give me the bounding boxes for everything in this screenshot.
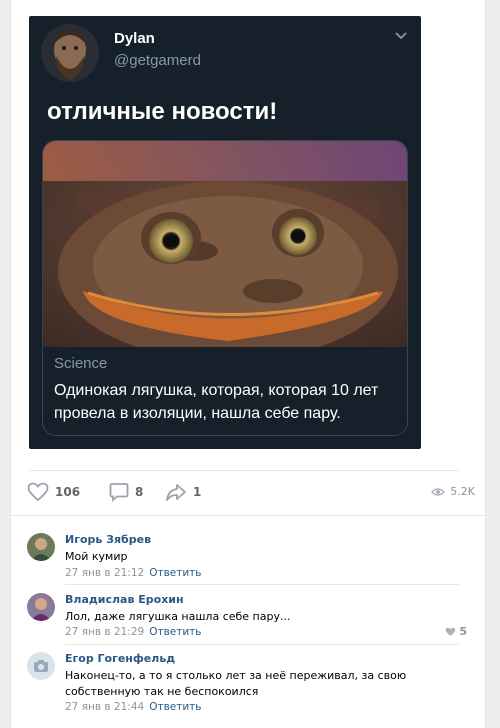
comment-meta: 27 янв в 21:44 Ответить [65,701,201,713]
tweet-screenshot[interactable]: Dylan @getgamerd отличные новости! Scien… [29,16,421,449]
comment-meta: 27 янв в 21:12 Ответить [65,567,201,579]
comment-divider [65,584,459,585]
share-count: 1 [193,485,202,499]
comment-text: Лол, даже лягушка нашла себе пару... [65,610,291,623]
link-card-headline: Одинокая лягушка, которая, которая 10 ле… [54,382,379,422]
like-button[interactable]: 106 [27,482,80,502]
eye-icon [431,487,446,496]
chevron-down-icon [395,32,407,40]
frog-photo [43,141,407,347]
heart-icon [27,482,49,502]
avatar[interactable] [27,652,55,680]
share-icon [166,484,186,501]
share-button[interactable]: 1 [165,482,201,502]
avatar[interactable] [27,593,55,621]
views-count: 5.2K [450,485,475,498]
comment-icon [109,483,129,502]
tweet-text: отличные новости! [47,98,278,125]
comment-date[interactable]: 27 янв в 21:12 [65,567,144,579]
comment-like-count: 5 [459,625,467,638]
comment-meta: 27 янв в 21:29 Ответить [65,626,201,638]
tweet-author-handle: @getgamerd [114,52,201,69]
comment-text: Мой кумир [65,550,128,563]
post-actions: 106 8 1 5.2K [27,482,475,504]
reply-link[interactable]: Ответить [149,701,201,713]
tweet-author-name: Dylan [114,30,155,47]
post-card: Dylan @getgamerd отличные новости! Scien… [10,0,487,728]
comment-like-button[interactable]: 5 [445,625,467,638]
like-count: 106 [55,485,81,499]
avatar[interactable] [27,533,55,561]
comment-text: Наконец-то, а то я столько лет за неё пе… [65,669,407,698]
comment-divider [65,644,459,645]
comment-count: 8 [135,485,144,499]
comment-author[interactable]: Егор Гогенфельд [65,652,175,665]
comment-author[interactable]: Владислав Ерохин [65,593,184,606]
comment-button[interactable]: 8 [109,482,143,502]
comment-date[interactable]: 27 янв в 21:44 [65,701,144,713]
comment-date[interactable]: 27 янв в 21:29 [65,626,144,638]
reply-link[interactable]: Ответить [149,626,201,638]
tweet-avatar [41,24,99,82]
tweet-link-card: Science Одинокая лягушка, которая, котор… [42,140,408,436]
comment-author[interactable]: Игорь Зябрев [65,533,151,546]
divider [29,470,459,471]
link-card-source: Science [54,355,108,372]
comments-divider [11,515,487,516]
views-counter: 5.2K [431,485,475,498]
reply-link[interactable]: Ответить [149,567,201,579]
heart-icon [446,627,456,636]
